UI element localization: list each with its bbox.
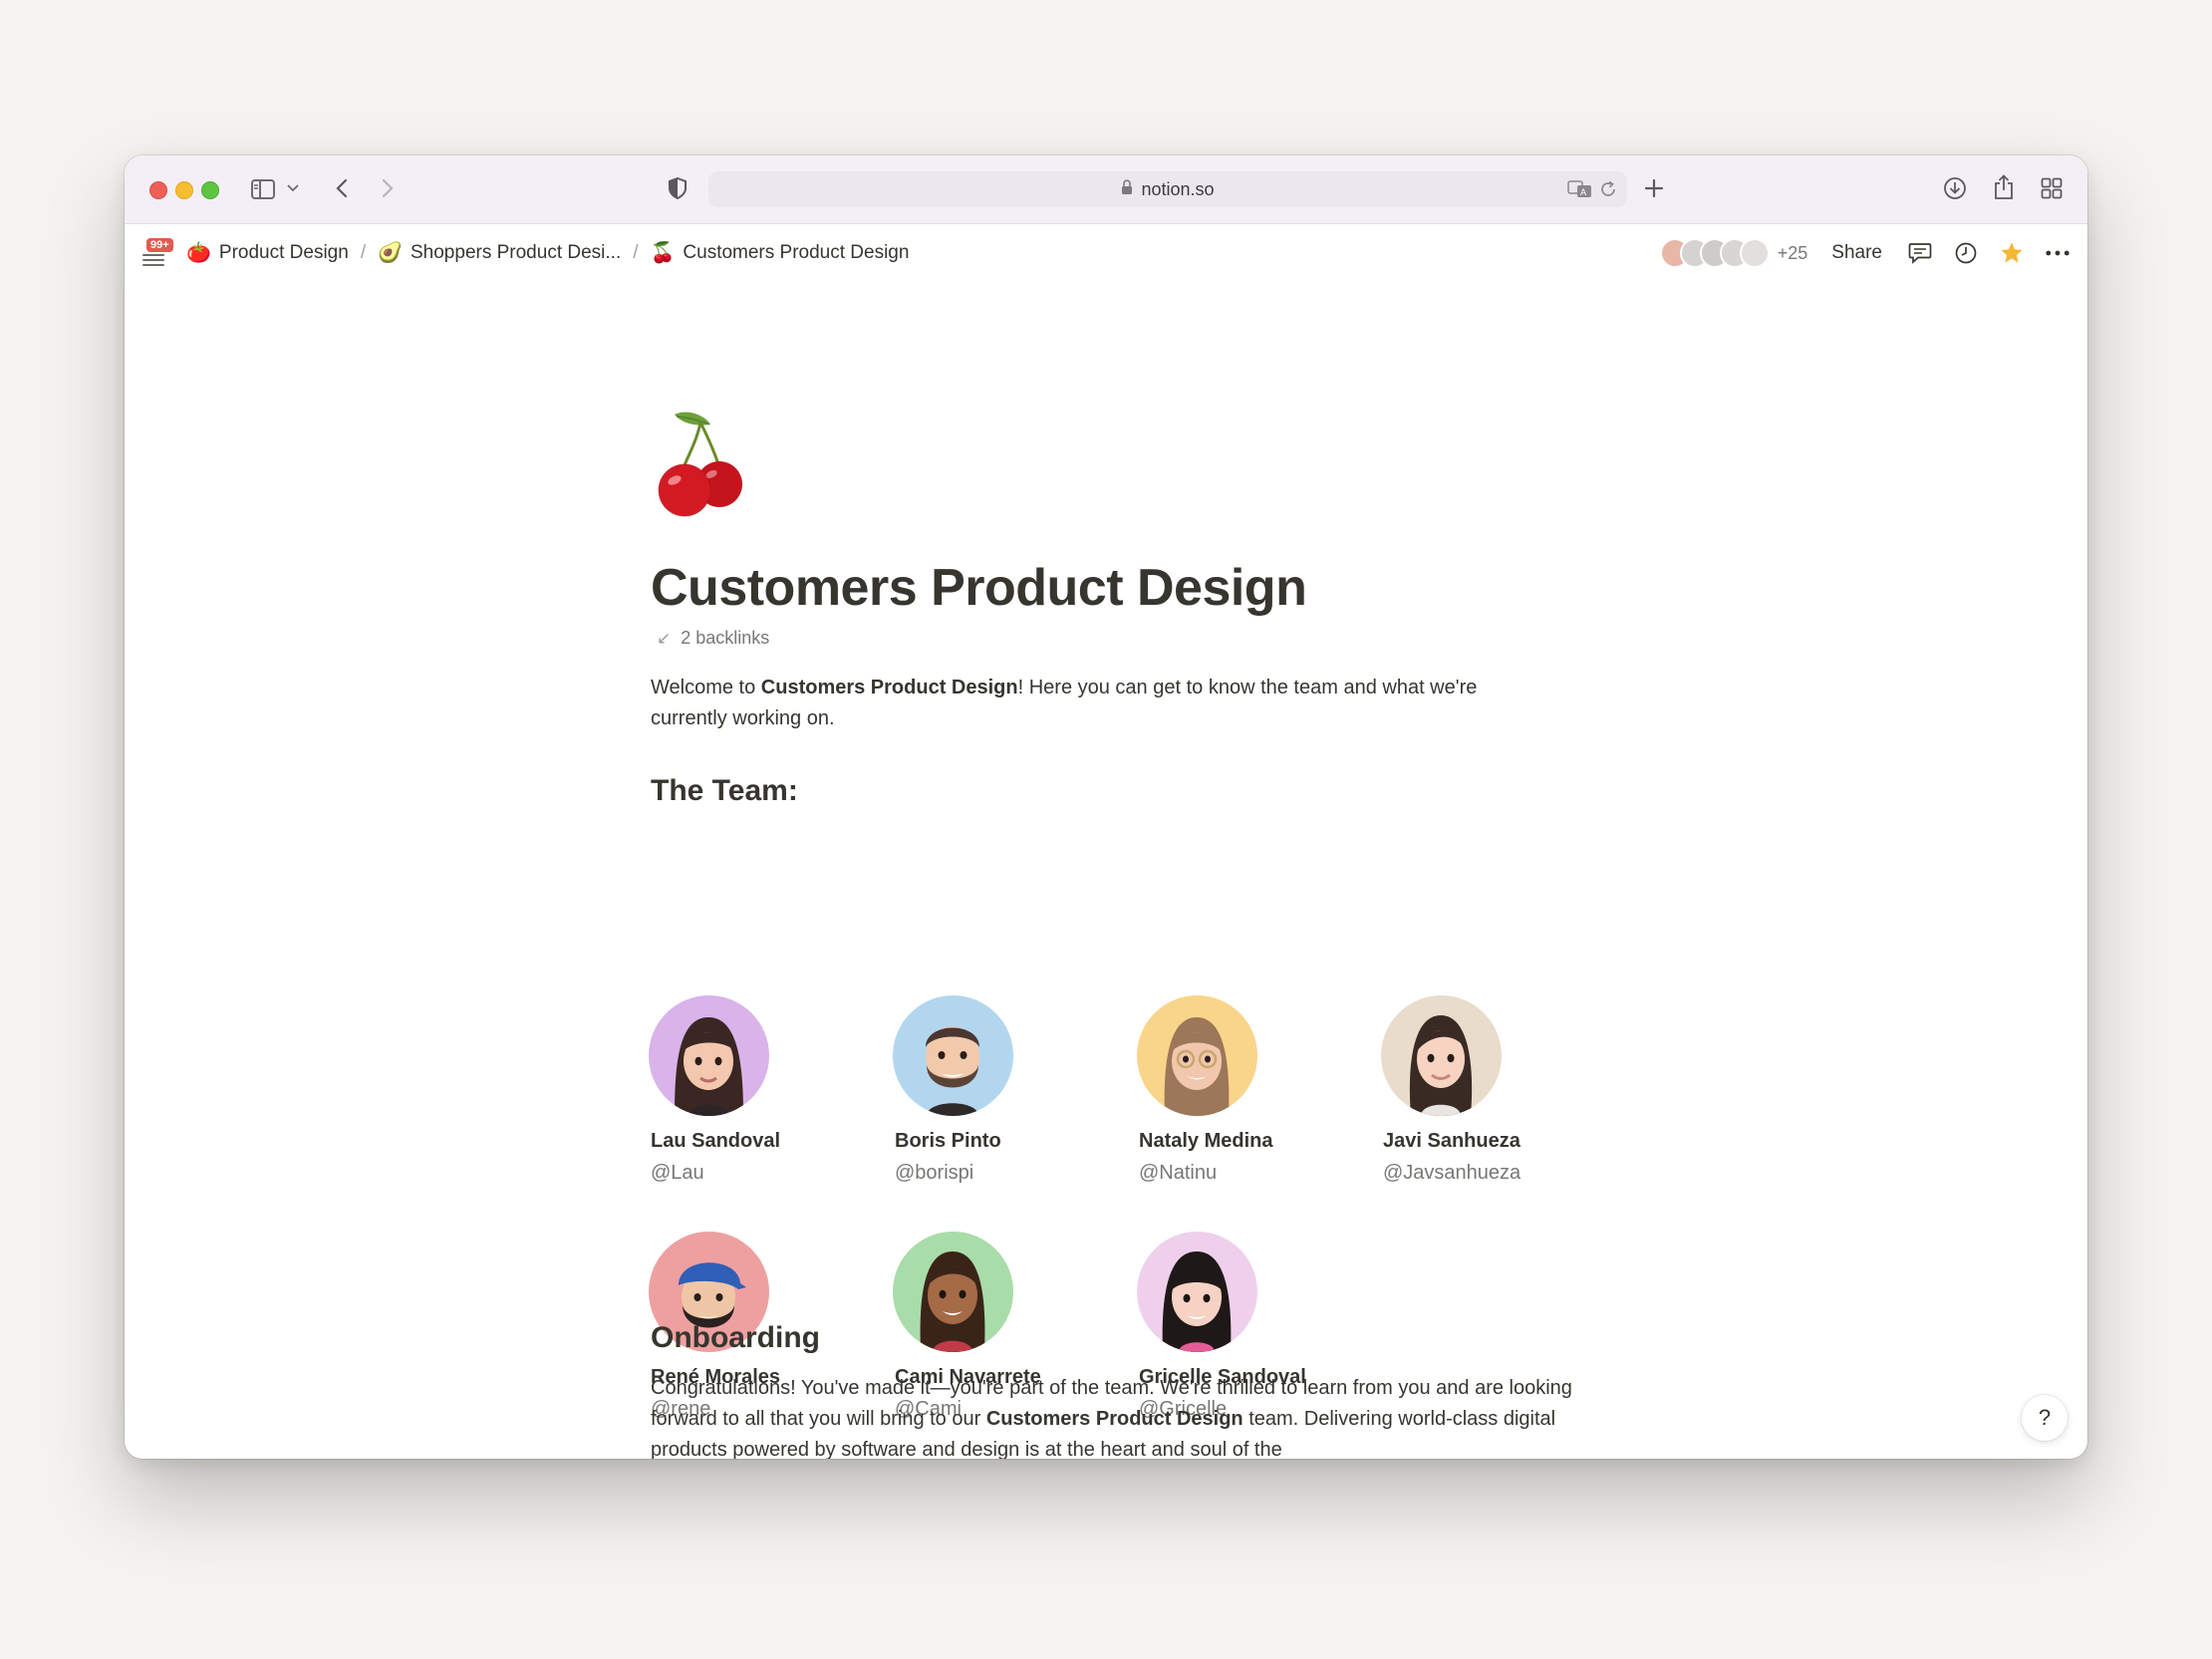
member-handle[interactable]: @Lau <box>651 1162 890 1185</box>
comments-icon[interactable] <box>1908 241 1932 265</box>
backlinks-button[interactable]: ↙ 2 backlinks <box>657 628 769 649</box>
translate-icon[interactable]: A <box>1567 180 1593 203</box>
sidebar-menu-button[interactable]: 99+ <box>142 238 174 268</box>
cherry-icon[interactable] <box>653 409 748 518</box>
reload-icon[interactable] <box>1599 180 1617 203</box>
onboarding-bold-text: Customers Product Design <box>985 1408 1244 1430</box>
breadcrumb: 99+ 🍅 Product Design / 🥑 Shoppers Produc… <box>142 224 909 282</box>
address-bar[interactable]: notion.so A <box>708 171 1627 207</box>
onboarding-paragraph[interactable]: Congratulations! You've made it—you're p… <box>651 1373 1587 1459</box>
avatar[interactable] <box>893 1232 1013 1352</box>
cherry-icon: 🍒 <box>650 242 676 264</box>
notification-badge: 99+ <box>146 238 173 252</box>
member-handle[interactable]: @Javsanhueza <box>1383 1162 1622 1185</box>
member-name: Nataly Medina <box>1139 1130 1273 1152</box>
member-handle[interactable]: @Natinu <box>1139 1162 1378 1185</box>
share-button[interactable]: Share <box>1831 242 1882 264</box>
intro-paragraph[interactable]: Welcome to Customers Product Design! Her… <box>651 673 1547 734</box>
svg-text:A: A <box>1580 188 1587 198</box>
page-title[interactable]: Customers Product Design <box>651 558 1307 618</box>
team-member-card[interactable]: Boris Pinto @borispi <box>893 995 1134 1185</box>
downloads-icon[interactable] <box>1942 175 1968 201</box>
breadcrumb-label: Product Design <box>218 242 349 263</box>
collaborators-count[interactable]: +25 <box>1778 243 1808 264</box>
lock-icon <box>1121 178 1133 200</box>
updates-clock-icon[interactable] <box>1954 241 1978 265</box>
collaborator-avatars[interactable] <box>1659 238 1770 268</box>
avatar[interactable] <box>649 995 769 1116</box>
breadcrumb-item-product-design[interactable]: 🍅 Product Design <box>186 242 349 264</box>
member-name: Javi Sanhueza <box>1383 1130 1521 1152</box>
menu-icon <box>142 251 164 266</box>
favorite-star-icon[interactable] <box>2000 241 2024 265</box>
tab-overview-icon[interactable] <box>2039 175 2065 201</box>
avatar[interactable] <box>1137 1232 1257 1352</box>
url-text: notion.so <box>1141 178 1215 199</box>
minimize-window-button[interactable] <box>175 181 193 199</box>
team-member-card[interactable]: Lau Sandoval @Lau <box>649 995 890 1185</box>
tomato-icon: 🍅 <box>186 242 211 264</box>
member-handle[interactable]: @borispi <box>895 1162 1134 1185</box>
avocado-icon: 🥑 <box>378 242 403 264</box>
close-window-button[interactable] <box>149 181 167 199</box>
avatar[interactable] <box>1381 995 1502 1116</box>
breadcrumb-label: Customers Product Design <box>683 242 910 263</box>
backlinks-label: 2 backlinks <box>681 628 770 648</box>
sidebar-toggle-icon[interactable] <box>250 177 276 201</box>
chevron-down-icon[interactable] <box>286 181 300 195</box>
forward-arrow-icon[interactable] <box>378 175 398 201</box>
breadcrumb-item-shoppers[interactable]: 🥑 Shoppers Product Desi... <box>378 242 621 264</box>
notion-topbar: 99+ 🍅 Product Design / 🥑 Shoppers Produc… <box>125 224 2087 282</box>
breadcrumb-item-customers[interactable]: 🍒 Customers Product Design <box>651 242 910 264</box>
avatar[interactable] <box>893 995 1013 1116</box>
breadcrumb-separator: / <box>633 242 639 263</box>
browser-toolbar: notion.so A <box>125 155 2087 224</box>
browser-window: notion.so A 99+ 🍅 Product Design / 🥑 Sho… <box>125 155 2087 1459</box>
avatar <box>1739 238 1770 268</box>
help-button[interactable]: ? <box>2022 1395 2068 1441</box>
member-name: Lau Sandoval <box>651 1130 781 1152</box>
breadcrumb-separator: / <box>360 242 367 263</box>
backlink-arrow-icon: ↙ <box>657 628 672 648</box>
team-heading[interactable]: The Team: <box>651 774 798 808</box>
new-tab-plus-icon[interactable] <box>1641 175 1667 201</box>
member-name: Boris Pinto <box>895 1130 1001 1152</box>
more-options-icon[interactable] <box>2046 241 2070 265</box>
topbar-actions: +25 Share <box>1659 224 2070 282</box>
breadcrumb-label: Shoppers Product Desi... <box>411 242 622 263</box>
onboarding-heading[interactable]: Onboarding <box>651 1321 820 1355</box>
fullscreen-window-button[interactable] <box>201 181 219 199</box>
share-sheet-icon[interactable] <box>1991 173 2017 201</box>
intro-bold-text: Customers Product Design <box>760 677 1018 698</box>
intro-text: Welcome to <box>651 677 761 698</box>
avatar[interactable] <box>1137 995 1257 1116</box>
team-member-card[interactable]: Nataly Medina @Natinu <box>1137 995 1378 1185</box>
team-member-card[interactable]: Javi Sanhueza @Javsanhueza <box>1381 995 1622 1185</box>
back-arrow-icon[interactable] <box>332 175 352 201</box>
privacy-shield-icon[interactable] <box>667 175 689 201</box>
